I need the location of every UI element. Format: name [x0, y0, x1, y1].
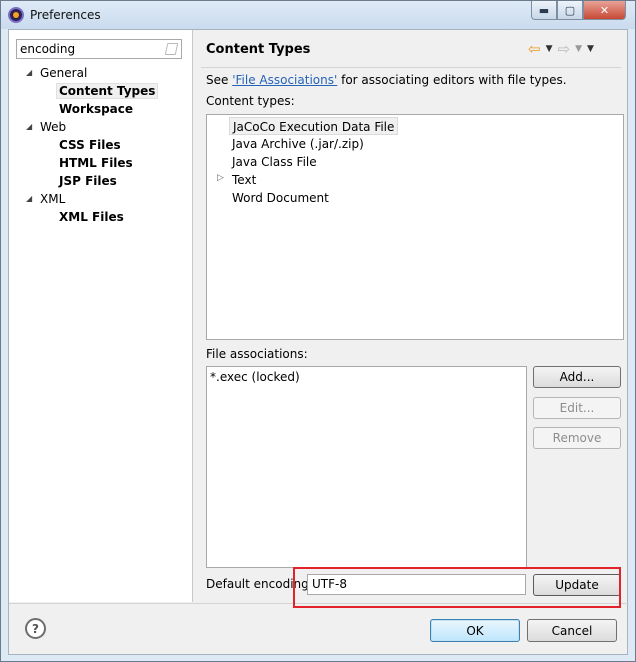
expand-arrow-icon[interactable]: ▷ [217, 173, 224, 183]
file-associations-link[interactable]: 'File Associations' [232, 73, 337, 87]
help-icon[interactable]: ? [25, 618, 46, 639]
cancel-button[interactable]: Cancel [527, 619, 617, 642]
tree-item-label: General [40, 66, 88, 80]
maximize-button[interactable]: ▢ [557, 1, 583, 20]
edit-button[interactable]: Edit... [533, 397, 621, 419]
tree-item-label: HTML Files [59, 156, 133, 170]
file-associations-list[interactable]: *.exec (locked) [206, 366, 527, 568]
forward-arrow-icon: ⇨ [557, 39, 571, 58]
clear-filter-icon[interactable] [164, 43, 179, 55]
update-button[interactable]: Update [533, 574, 621, 596]
tree-item-html-files[interactable]: HTML Files [59, 154, 133, 172]
tree-item-content-types[interactable]: Content Types [56, 82, 159, 100]
content-type-item[interactable]: Text [232, 171, 256, 189]
tree-item-jsp-files[interactable]: JSP Files [59, 172, 117, 190]
filter-field[interactable] [16, 39, 182, 59]
content-type-item[interactable]: Word Document [232, 189, 329, 207]
remove-button[interactable]: Remove [533, 427, 621, 449]
minimize-button[interactable]: ▬ [531, 1, 557, 20]
content-types-page: Content Types ⇦ ▼ ⇨ ▼ ▼ See 'File Associ… [194, 30, 627, 602]
forward-dropdown-icon: ▼ [575, 44, 582, 54]
dialog-content: ◢ General Content Types Workspace ◢ Web CSS Fi… [8, 29, 629, 655]
minimize-icon: ▬ [538, 3, 550, 17]
ok-button[interactable]: OK [430, 619, 520, 642]
tree-item-xml-files[interactable]: XML Files [59, 208, 124, 226]
history-navigation: ⇦ ▼ ⇨ ▼ ▼ [528, 39, 626, 59]
default-encoding-input[interactable]: UTF-8 [307, 574, 526, 595]
tree-item-workspace[interactable]: Workspace [59, 100, 133, 118]
file-associations-label: File associations: [206, 347, 308, 361]
tree-item-label: Content Types [56, 83, 159, 99]
tree-item-label: XML Files [59, 210, 124, 224]
preferences-tree-pane: ◢ General Content Types Workspace ◢ Web CSS Fi… [9, 30, 193, 602]
eclipse-icon [8, 7, 24, 23]
see-prefix: See [206, 73, 233, 87]
close-button[interactable]: ✕ [583, 1, 626, 20]
tree-item-label: CSS Files [59, 138, 121, 152]
title-bar[interactable]: Preferences ▬ ▢ ✕ [1, 1, 635, 29]
footer-divider [9, 603, 629, 604]
tree-item-label: JSP Files [59, 174, 117, 188]
content-type-item[interactable]: Java Archive (.jar/.zip) [232, 135, 364, 153]
expand-arrow-icon[interactable]: ◢ [26, 190, 32, 208]
page-title: Content Types [206, 42, 311, 57]
view-menu-icon[interactable]: ▼ [587, 44, 594, 54]
back-dropdown-icon[interactable]: ▼ [546, 44, 553, 54]
default-encoding-label: Default encoding: [206, 577, 313, 591]
content-types-label: Content types: [206, 94, 295, 108]
close-icon: ✕ [599, 3, 610, 17]
content-type-item[interactable]: JaCoCo Execution Data File [229, 117, 399, 135]
see-associations-text: See 'File Associations' for associating … [206, 73, 567, 87]
window-title: Preferences [30, 8, 101, 22]
title-divider [201, 67, 621, 68]
preferences-window: Preferences ▬ ▢ ✕ ◢ General Content Types W… [0, 0, 636, 662]
tree-item-label: Workspace [59, 102, 134, 116]
add-button[interactable]: Add... [533, 366, 621, 388]
expand-arrow-icon[interactable]: ◢ [26, 118, 32, 136]
content-type-item[interactable]: Java Class File [232, 153, 317, 171]
tree-item-label: Web [40, 120, 67, 134]
expand-arrow-icon[interactable]: ◢ [26, 64, 32, 82]
tree-item-css-files[interactable]: CSS Files [59, 136, 121, 154]
tree-item-label: XML [40, 192, 66, 206]
filter-input[interactable] [19, 41, 159, 57]
see-suffix: for associating editors with file types. [337, 73, 567, 87]
content-types-tree[interactable]: JaCoCo Execution Data File Java Archive (… [206, 114, 624, 340]
file-association-item[interactable]: *.exec (locked) [210, 368, 300, 386]
back-arrow-icon[interactable]: ⇦ [528, 41, 541, 57]
maximize-icon: ▢ [564, 3, 576, 17]
